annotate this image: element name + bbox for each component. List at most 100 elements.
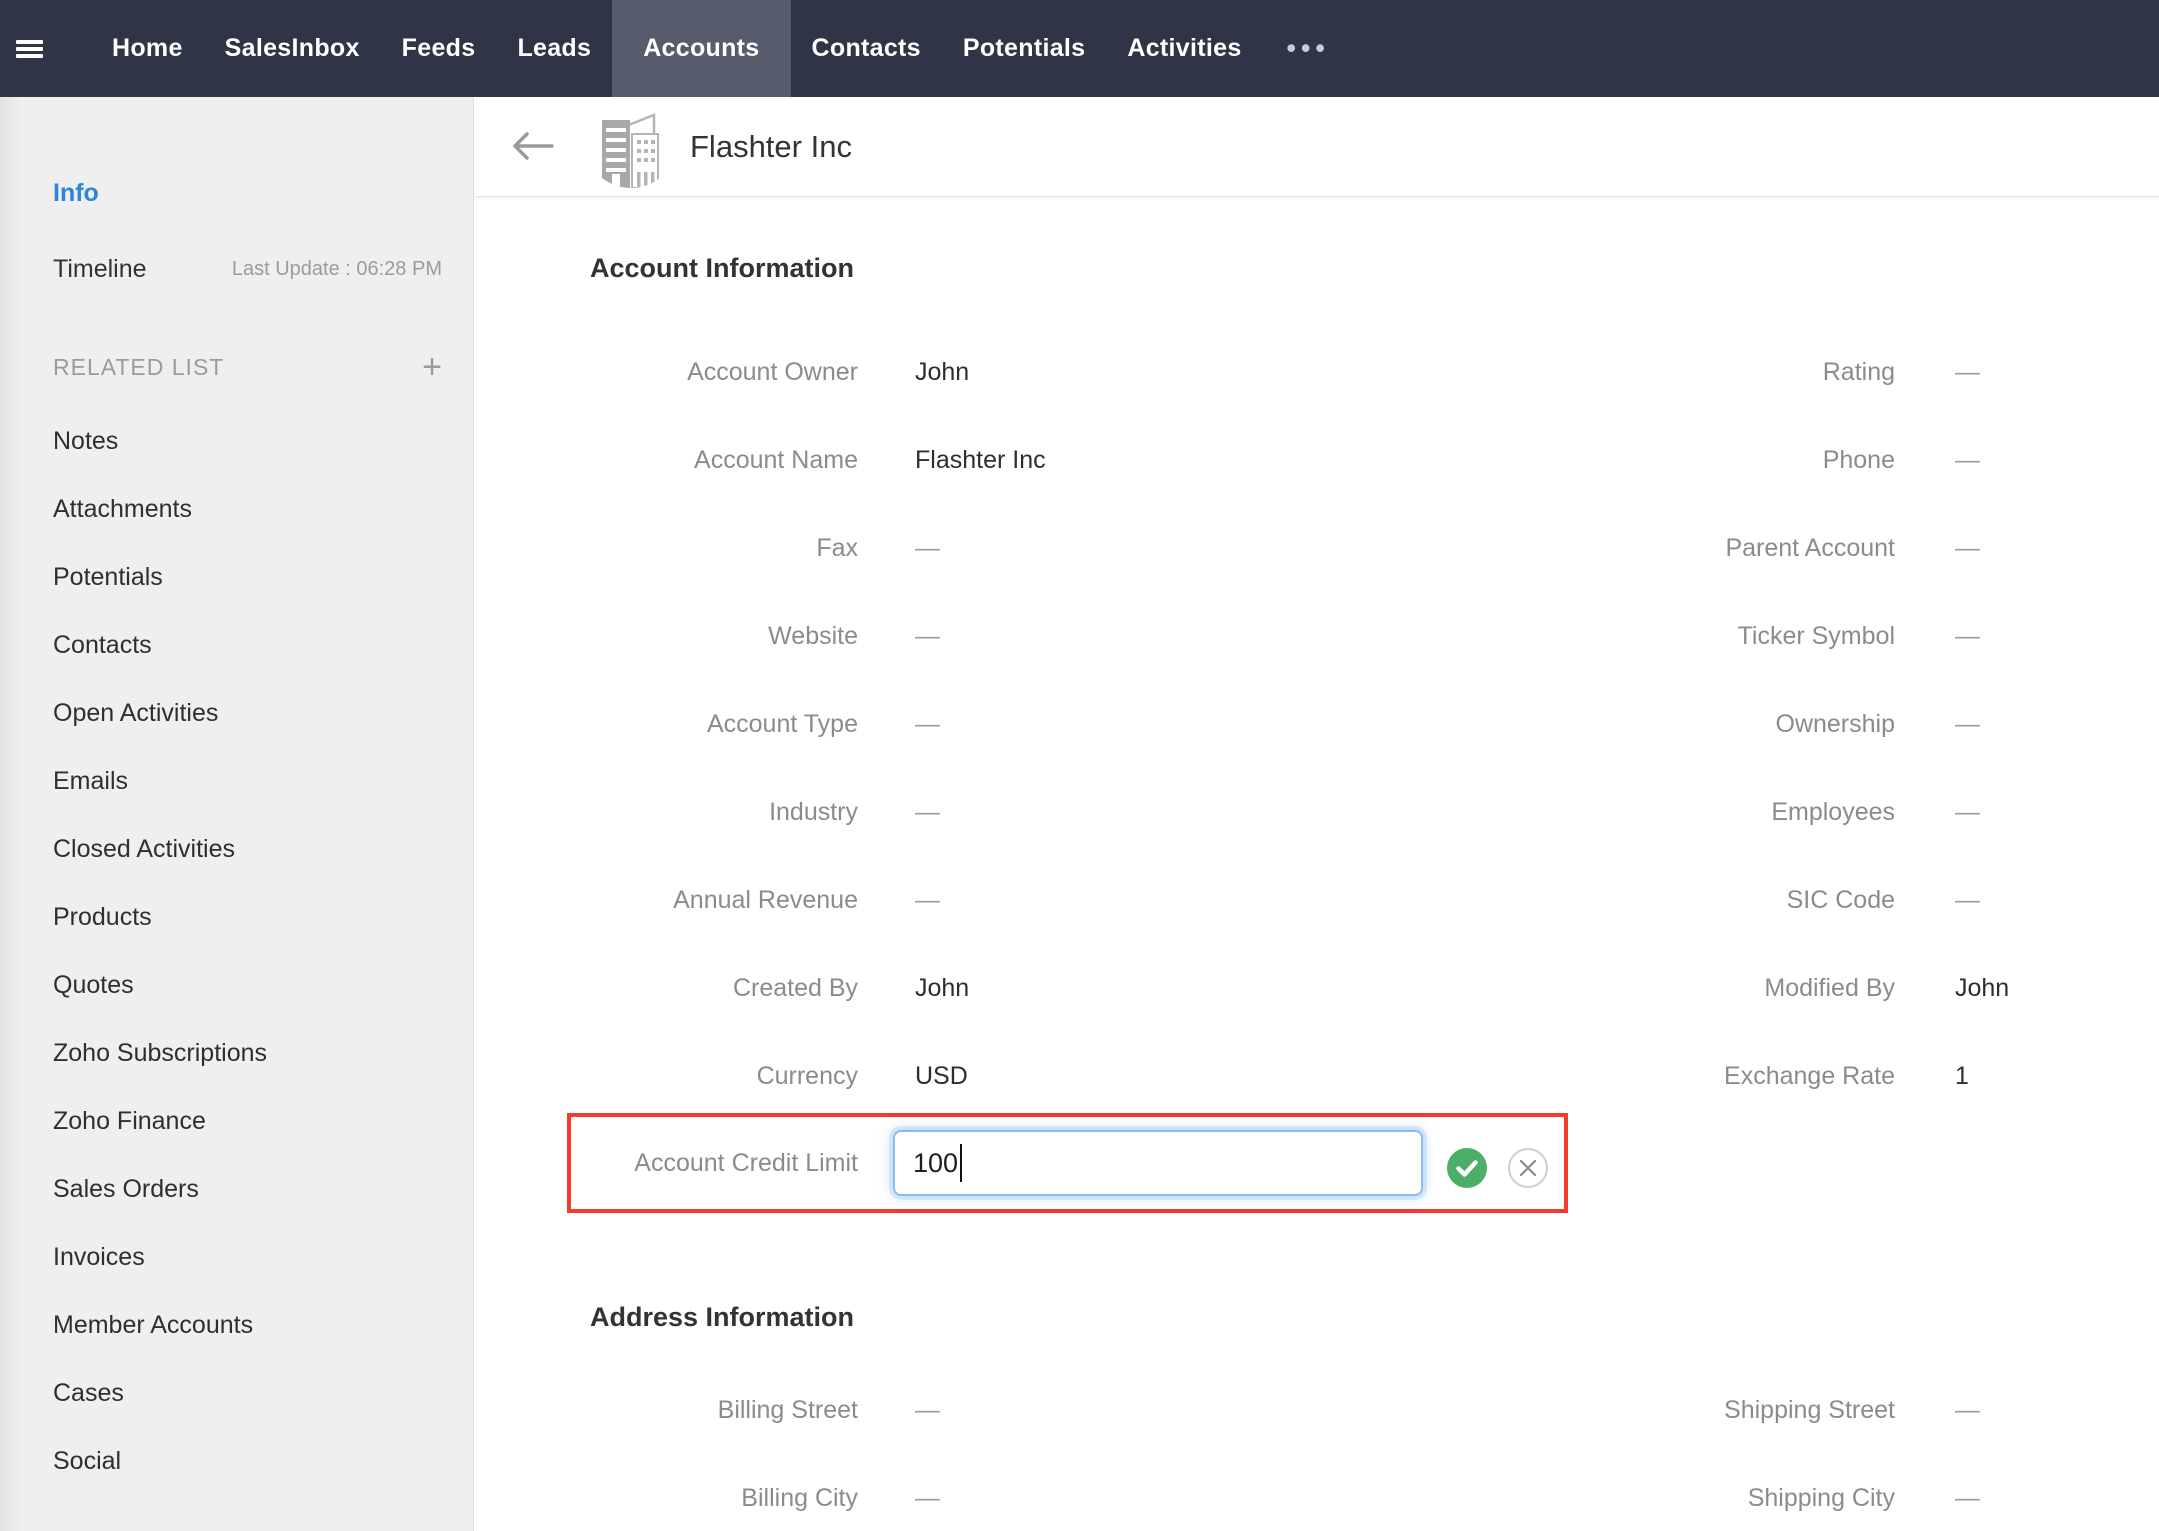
field-value-sic-code: — <box>1955 886 1980 915</box>
field-row-modified-by: Modified By John <box>1474 944 2159 1032</box>
field-row-account-name: Account Name Flashter Inc <box>474 416 1474 504</box>
back-arrow-icon[interactable] <box>510 128 554 164</box>
sidebar-item-zoho-finance[interactable]: Zoho Finance <box>0 1087 473 1155</box>
tab-accounts[interactable]: Accounts <box>612 0 790 97</box>
sidebar-item-contacts[interactable]: Contacts <box>0 611 473 679</box>
sidebar-item-products[interactable]: Products <box>0 883 473 951</box>
field-row-billing-street: Billing Street — <box>474 1366 1474 1454</box>
field-label-website: Website <box>474 622 858 651</box>
field-label-account-credit-limit: Account Credit Limit <box>571 1117 858 1209</box>
field-value-annual-revenue: — <box>915 886 940 915</box>
tab-feeds[interactable]: Feeds <box>381 0 497 97</box>
confirm-check-button[interactable] <box>1447 1148 1487 1188</box>
field-label-account-owner: Account Owner <box>474 358 858 387</box>
related-list-items: Notes Attachments Potentials Contacts Op… <box>0 407 473 1495</box>
field-label-rating: Rating <box>1474 358 1895 387</box>
tab-potentials[interactable]: Potentials <box>942 0 1106 97</box>
sidebar-item-closed-activities[interactable]: Closed Activities <box>0 815 473 883</box>
sidebar-item-potentials[interactable]: Potentials <box>0 543 473 611</box>
sidebar-timeline-row: Timeline Last Update : 06:28 PM <box>53 249 442 289</box>
field-row-phone: Phone — <box>1474 416 2159 504</box>
field-value-website: — <box>915 622 940 651</box>
field-row-annual-revenue: Annual Revenue — <box>474 856 1474 944</box>
field-label-shipping-street: Shipping Street <box>1474 1396 1895 1425</box>
sidebar-item-sales-orders[interactable]: Sales Orders <box>0 1155 473 1223</box>
field-value-employees: — <box>1955 798 1980 827</box>
field-row-employees: Employees — <box>1474 768 2159 856</box>
field-label-billing-city: Billing City <box>474 1484 858 1513</box>
field-label-account-type: Account Type <box>474 710 858 739</box>
field-value-rating: — <box>1955 358 1980 387</box>
field-label-fax: Fax <box>474 534 858 563</box>
field-row-billing-city: Billing City — <box>474 1454 1474 1531</box>
field-value-fax: — <box>915 534 940 563</box>
field-label-account-name: Account Name <box>474 446 858 475</box>
sidebar-item-timeline[interactable]: Timeline <box>53 255 147 284</box>
sidebar-item-attachments[interactable]: Attachments <box>0 475 473 543</box>
field-value-created-by: John <box>915 974 969 1003</box>
field-value-modified-by: John <box>1955 974 2009 1003</box>
sidebar-item-emails[interactable]: Emails <box>0 747 473 815</box>
field-label-shipping-city: Shipping City <box>1474 1484 1895 1513</box>
field-row-fax: Fax — <box>474 504 1474 592</box>
main-content: Flashter Inc Account Information Account… <box>474 97 2159 1531</box>
field-row-currency: Currency USD <box>474 1032 1474 1120</box>
field-row-ticker-symbol: Ticker Symbol — <box>1474 592 2159 680</box>
field-row-shipping-street: Shipping Street — <box>1474 1366 2159 1454</box>
field-label-billing-street: Billing Street <box>474 1396 858 1425</box>
sidebar-item-info[interactable]: Info <box>53 179 99 208</box>
sidebar-item-member-accounts[interactable]: Member Accounts <box>0 1291 473 1359</box>
field-label-employees: Employees <box>1474 798 1895 827</box>
field-label-exchange-rate: Exchange Rate <box>1474 1062 1895 1091</box>
field-label-currency: Currency <box>474 1062 858 1091</box>
field-label-ownership: Ownership <box>1474 710 1895 739</box>
annotation-highlight-box: Account Credit Limit 100 <box>567 1113 1568 1213</box>
tab-home[interactable]: Home <box>91 0 204 97</box>
sidebar-item-invoices[interactable]: Invoices <box>0 1223 473 1291</box>
account-credit-limit-value: 100 <box>913 1148 958 1179</box>
field-value-parent-account: — <box>1955 534 1980 563</box>
more-tabs-icon[interactable]: ••• <box>1263 0 1354 97</box>
tab-activities[interactable]: Activities <box>1106 0 1262 97</box>
top-nav: Home SalesInbox Feeds Leads Accounts Con… <box>0 0 2159 97</box>
field-value-exchange-rate: 1 <box>1955 1062 1969 1091</box>
add-related-list-icon[interactable]: + <box>422 350 442 384</box>
field-value-ticker-symbol: — <box>1955 622 1980 651</box>
sidebar-item-quotes[interactable]: Quotes <box>0 951 473 1019</box>
account-credit-limit-input[interactable]: 100 <box>893 1130 1423 1196</box>
field-row-account-type: Account Type — <box>474 680 1474 768</box>
field-row-shipping-city: Shipping City — <box>1474 1454 2159 1531</box>
tab-salesinbox[interactable]: SalesInbox <box>204 0 381 97</box>
sidebar-item-zoho-subscriptions[interactable]: Zoho Subscriptions <box>0 1019 473 1087</box>
field-value-account-name: Flashter Inc <box>915 446 1046 475</box>
sidebar-item-cases[interactable]: Cases <box>0 1359 473 1427</box>
field-label-ticker-symbol: Ticker Symbol <box>1474 622 1895 651</box>
record-header: Flashter Inc <box>474 97 2159 197</box>
hamburger-menu-icon[interactable] <box>16 40 43 58</box>
field-label-sic-code: SIC Code <box>1474 886 1895 915</box>
field-label-phone: Phone <box>1474 446 1895 475</box>
field-label-annual-revenue: Annual Revenue <box>474 886 858 915</box>
sidebar-item-notes[interactable]: Notes <box>0 407 473 475</box>
tab-contacts[interactable]: Contacts <box>791 0 942 97</box>
field-label-created-by: Created By <box>474 974 858 1003</box>
field-value-billing-street: — <box>915 1396 940 1425</box>
field-row-ownership: Ownership — <box>1474 680 2159 768</box>
sidebar-item-social[interactable]: Social <box>0 1427 473 1495</box>
cancel-x-button[interactable] <box>1508 1148 1548 1188</box>
section-title-account-information: Account Information <box>590 253 854 284</box>
tab-leads[interactable]: Leads <box>496 0 612 97</box>
field-row-exchange-rate: Exchange Rate 1 <box>1474 1032 2159 1120</box>
field-value-currency: USD <box>915 1062 968 1091</box>
timeline-last-update: Last Update : 06:28 PM <box>232 258 442 281</box>
app-window: Home SalesInbox Feeds Leads Accounts Con… <box>0 0 2159 1531</box>
field-row-created-by: Created By John <box>474 944 1474 1032</box>
building-icon <box>596 108 666 188</box>
field-value-ownership: — <box>1955 710 1980 739</box>
field-row-sic-code: SIC Code — <box>1474 856 2159 944</box>
field-row-account-owner: Account Owner John <box>474 328 1474 416</box>
sidebar: Info Timeline Last Update : 06:28 PM REL… <box>0 97 474 1531</box>
field-label-modified-by: Modified By <box>1474 974 1895 1003</box>
sidebar-item-open-activities[interactable]: Open Activities <box>0 679 473 747</box>
related-list-title: RELATED LIST <box>53 354 224 381</box>
